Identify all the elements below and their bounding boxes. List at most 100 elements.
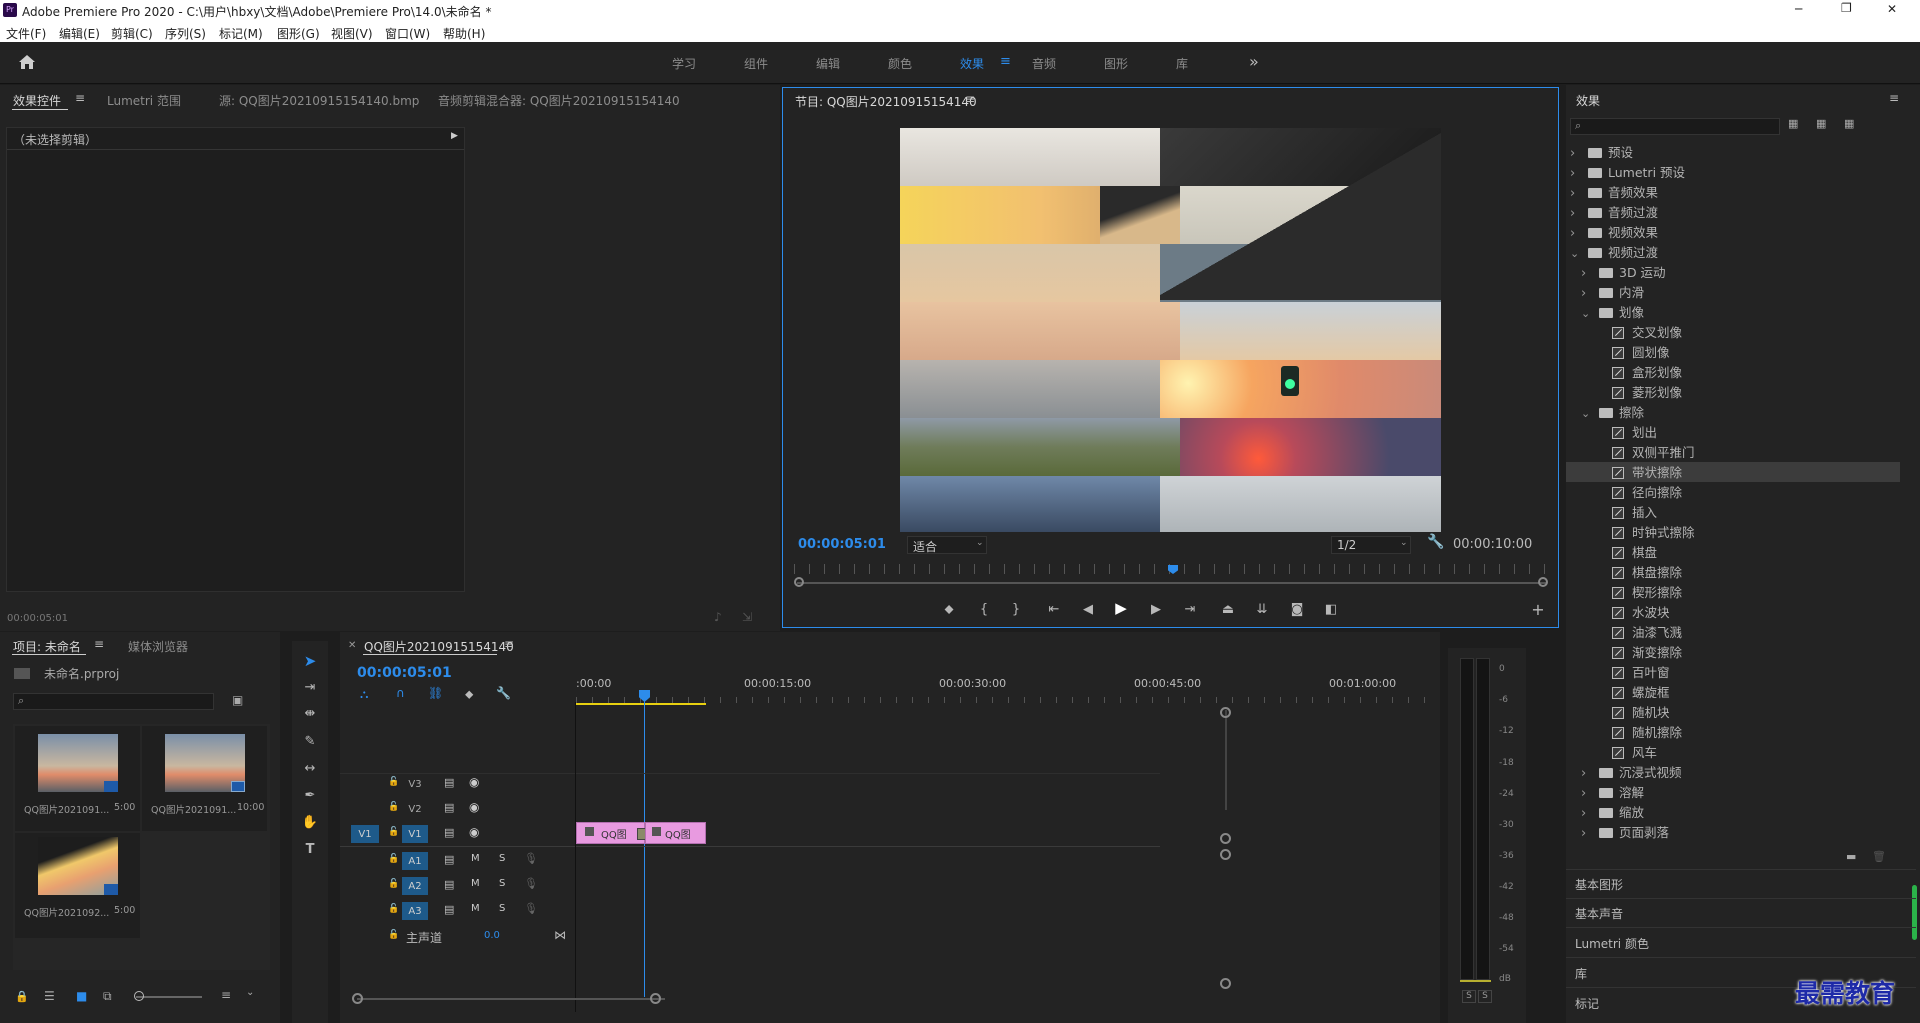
resolution-dropdown[interactable]: 1/2 ⌄ [1331,536,1411,554]
effects-menu-icon[interactable]: ≡ [1889,91,1899,105]
program-playhead-timecode[interactable]: 00:00:05:01 [798,537,886,552]
effects-folder[interactable]: › 音频效果 [1566,182,1900,202]
track-label-v3[interactable]: V3 [402,775,428,793]
effects-folder[interactable]: › Lumetri 预设 [1566,162,1900,182]
effects-folder[interactable]: › 3D 运动 [1566,262,1900,282]
lock-icon[interactable]: 🔓 [388,879,399,889]
lock-icon[interactable]: 🔓 [388,777,399,787]
workspace-tab-audio[interactable]: 音频 [1032,55,1056,72]
workspace-menu-icon[interactable]: ≡ [1000,54,1011,69]
effect-item[interactable]: 风车 [1566,742,1900,762]
chevron-down-icon[interactable]: ⌄ [1570,247,1582,260]
tab-effect-controls[interactable]: 效果控件 [13,92,61,109]
close-button[interactable]: ✕ [1887,2,1897,16]
effect-item[interactable]: 插入 [1566,502,1900,522]
lock-icon[interactable]: 🔓 [388,827,399,837]
effect-item[interactable]: 圆划像 [1566,342,1900,362]
effect-item[interactable]: 双侧平推门 [1566,442,1900,462]
close-sequence-icon[interactable]: ✕ [348,640,356,651]
vscroll-handle[interactable] [1220,978,1231,989]
effects-scrollbar[interactable] [1912,885,1917,940]
microphone-icon[interactable]: 🎙 [524,902,538,915]
lock-icon[interactable]: 🔓 [388,904,399,914]
track-label-a2[interactable]: A2 [402,877,428,895]
accelerated-effects-icon[interactable]: ▦ [1788,117,1798,130]
effect-item[interactable]: 划出 [1566,422,1900,442]
chevron-down-icon[interactable]: ⌄ [1581,407,1593,420]
minimize-button[interactable]: ─ [1795,2,1802,16]
toggle-sync-lock-icon[interactable]: ▤ [444,853,454,866]
effects-folder[interactable]: › 沉浸式视频 [1566,762,1900,782]
effects-folder[interactable]: › 溶解 [1566,782,1900,802]
solo-left-button[interactable]: S [1462,990,1476,1003]
lift-icon[interactable]: ⏏ [1217,599,1239,619]
ripple-edit-tool-icon[interactable]: ⇼ [299,703,321,723]
hand-tool-icon[interactable]: ✋ [299,812,321,832]
yuv-effects-icon[interactable]: ▦ [1844,117,1854,130]
step-forward-icon[interactable]: ▶ [1145,599,1167,619]
effect-item[interactable]: 菱形划像 [1566,382,1900,402]
wrench-icon[interactable]: 🔧 [1427,534,1444,550]
workspace-overflow-icon[interactable]: » [1249,52,1259,71]
workspace-tab-graphics[interactable]: 图形 [1104,55,1128,72]
chevron-right-icon[interactable]: › [1570,226,1582,241]
effects-folder[interactable]: › 视频效果 [1566,222,1900,242]
section-essential-graphics[interactable]: 基本图形 [1575,876,1623,893]
effect-item[interactable]: 棋盘擦除 [1566,562,1900,582]
go-to-in-icon[interactable]: ⇤ [1043,599,1065,619]
lock-icon[interactable]: 🔒 [15,990,29,1003]
horizontal-scroll[interactable] [357,998,665,1000]
effects-folder[interactable]: › 音频过渡 [1566,202,1900,222]
menu-file[interactable]: 文件(F) [6,25,46,42]
tab-lumetri-scopes[interactable]: Lumetri 范围 [107,92,181,109]
expand-arrow-icon[interactable]: ▶ [451,131,458,141]
effects-folder[interactable]: › 内滑 [1566,282,1900,302]
menu-window[interactable]: 窗口(W) [385,25,430,42]
track-label-v1[interactable]: V1 [402,825,428,843]
source-patch-v1[interactable]: V1 [351,825,379,843]
tab-project[interactable]: 项目: 未命名 [13,638,81,655]
effect-item[interactable]: 随机块 [1566,702,1900,722]
project-item[interactable]: QQ图片2021091... 10:00 [142,726,267,831]
vscroll-handle[interactable] [1220,833,1231,844]
workspace-tab-assembly[interactable]: 组件 [744,55,768,72]
program-menu-icon[interactable]: ≡ [965,92,975,106]
section-essential-sound[interactable]: 基本声音 [1575,905,1623,922]
menu-marker[interactable]: 标记(M) [219,25,263,42]
chevron-right-icon[interactable]: › [1570,166,1582,181]
effects-folder[interactable]: ⌄ 视频过渡 [1566,242,1900,262]
track-label-a3[interactable]: A3 [402,902,428,920]
clip-1[interactable]: QQ图 [576,822,645,844]
panel-menu-icon[interactable]: ≡ [75,91,85,105]
delete-icon[interactable]: 🗑 [1872,850,1886,863]
effects-folder[interactable]: › 页面剥落 [1566,822,1900,842]
new-bin-icon[interactable]: ▣ [232,693,243,707]
slip-tool-icon[interactable]: ↔ [299,758,321,778]
timeline-settings-wrench-icon[interactable]: 🔧 [496,686,511,700]
lock-icon[interactable]: 🔓 [388,802,399,812]
snap-magnet-icon[interactable]: ∩ [396,686,405,700]
add-marker-icon[interactable]: ⬥ [465,687,473,702]
home-icon[interactable] [18,54,36,70]
button-editor-plus-icon[interactable]: + [1527,599,1549,619]
effects-folder[interactable]: ⌄ 划像 [1566,302,1900,322]
sort-icon[interactable]: ≡ [221,988,231,1002]
export-frame-icon[interactable]: ⇲ [742,610,752,624]
sequence-menu-icon[interactable]: ≡ [504,637,514,651]
project-menu-icon[interactable]: ≡ [94,637,104,651]
effect-item[interactable]: 渐变擦除 [1566,642,1900,662]
track-select-tool-icon[interactable]: ⇥ [299,677,321,697]
master-volume[interactable]: 0.0 [484,930,500,941]
effect-item[interactable]: 带状擦除 [1566,462,1900,482]
go-to-out-icon[interactable]: ⇥ [1179,599,1201,619]
zoom-slider-handle[interactable] [134,991,144,1001]
chevron-right-icon[interactable]: › [1570,206,1582,221]
chevron-down-icon[interactable]: ⌄ [246,987,254,998]
solo-button[interactable]: S [499,878,505,889]
eye-icon[interactable]: ◉ [469,775,479,789]
project-item[interactable]: QQ图片2021091... 5:00 [15,726,140,831]
effect-item[interactable]: 油漆飞溅 [1566,622,1900,642]
scroll-handle-left[interactable] [794,577,804,587]
workspace-tab-editing[interactable]: 编辑 [816,55,840,72]
zoom-slider[interactable] [136,996,202,998]
